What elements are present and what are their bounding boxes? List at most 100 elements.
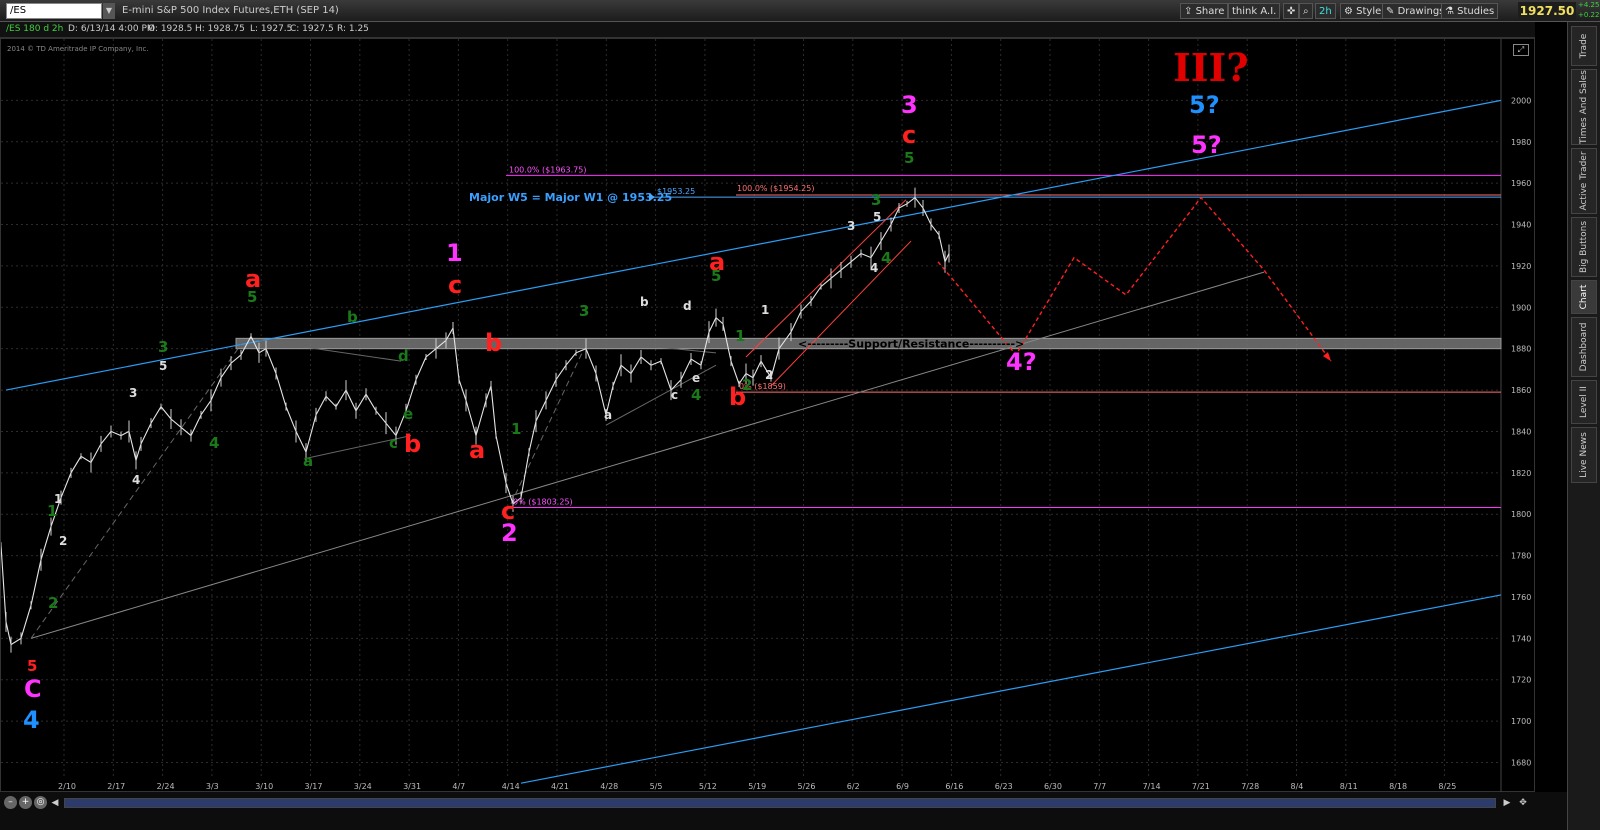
side-tab-dashboard[interactable]: Dashboard xyxy=(1571,317,1597,377)
aggregation-button[interactable]: 2h xyxy=(1315,3,1336,19)
aggregation-label: 2h xyxy=(1319,6,1332,17)
wave-label: 4? xyxy=(1006,348,1037,376)
wave-label: 5? xyxy=(1191,131,1222,159)
scroll-left-icon[interactable]: ◀ xyxy=(48,796,62,810)
wave-label: C xyxy=(24,675,42,703)
wave-label: 1 xyxy=(761,303,769,317)
symbol-input[interactable]: /ES xyxy=(6,3,102,19)
drawings-button[interactable]: ✎ Drawings xyxy=(1382,3,1449,19)
x-tick-label: 5/5 xyxy=(650,782,663,791)
y-tick-label: 1820 xyxy=(1511,469,1531,478)
scrollbar-thumb[interactable] xyxy=(65,799,1495,807)
think-ai-button[interactable]: think A.I. xyxy=(1228,3,1281,19)
side-tab-label: Chart xyxy=(1579,284,1589,310)
wave-label: 4 xyxy=(209,434,219,452)
x-tick-label: 6/9 xyxy=(896,782,909,791)
y-tick-label: 1840 xyxy=(1511,427,1531,436)
wave-label: a xyxy=(604,408,612,422)
x-tick-label: 5/26 xyxy=(798,782,816,791)
x-tick-label: 8/25 xyxy=(1438,782,1456,791)
x-tick-label: 4/21 xyxy=(551,782,569,791)
right-side-tabs: Trade Times And Sales Active Trader Big But… xyxy=(1567,22,1600,830)
time-scrollbar[interactable] xyxy=(64,798,1496,808)
wave-label: 3 xyxy=(158,338,168,356)
w5-price-annotation: $1953.25 xyxy=(657,187,695,196)
y-tick-label: 2000 xyxy=(1511,96,1531,105)
x-tick-label: 3/17 xyxy=(305,782,323,791)
net-change-percent: +0.22% xyxy=(1578,11,1600,19)
wave-label: e xyxy=(692,371,700,385)
wave-label: c xyxy=(671,388,678,402)
side-tab-label: Dashboard xyxy=(1579,322,1589,372)
y-tick-label: 1680 xyxy=(1511,759,1531,768)
side-tab-label: Active Trader xyxy=(1579,151,1589,211)
flask-icon: ⚗ xyxy=(1445,6,1454,17)
lower-channel-line xyxy=(520,594,1502,784)
bar-open: O: 1928.5 xyxy=(148,24,193,34)
wave-label: 3 xyxy=(129,386,137,400)
y-tick-label: 1780 xyxy=(1511,552,1531,561)
net-change: +4.25 xyxy=(1578,1,1600,9)
zoom-out-icon[interactable]: – xyxy=(4,796,17,809)
style-button[interactable]: ⚙ Style xyxy=(1340,3,1386,19)
side-tab-chart[interactable]: Chart xyxy=(1571,280,1597,314)
side-tab-times-and-sales[interactable]: Times And Sales xyxy=(1571,69,1597,145)
wave-label: b xyxy=(485,329,502,357)
side-tab-trade[interactable]: Trade xyxy=(1571,26,1597,66)
chart-symbol-label[interactable]: /ES 180 d 2h xyxy=(6,24,63,34)
wave-label: 2 xyxy=(501,519,518,547)
bar-range: R: 1.25 xyxy=(337,24,369,34)
y-tick-label: 1740 xyxy=(1511,634,1531,643)
chart-toolbar: /ES ▼ E-mini S&P 500 Index Futures,ETH (… xyxy=(0,0,1600,22)
wave-label: b xyxy=(640,295,649,309)
bar-date: D: 6/13/14 4:00 PM xyxy=(68,24,155,34)
side-tab-big-buttons[interactable]: Big Buttons xyxy=(1571,217,1597,277)
fib-top-annotation: 100.0% ($1963.75) xyxy=(509,165,586,174)
side-tab-level-ii[interactable]: Level II xyxy=(1571,380,1597,424)
bar-high: H: 1928.75 xyxy=(195,24,245,34)
wave-label: 5 xyxy=(27,657,37,675)
price-line xyxy=(1,196,950,646)
y-tick-label: 1900 xyxy=(1511,303,1531,312)
wave-label: c xyxy=(389,434,398,452)
x-tick-label: 3/31 xyxy=(403,782,421,791)
studies-button[interactable]: ⚗ Studies xyxy=(1441,3,1499,19)
y-tick-label: 1880 xyxy=(1511,345,1531,354)
y-tick-label: 1920 xyxy=(1511,262,1531,271)
side-tab-label: Live News xyxy=(1579,432,1589,478)
x-tick-label: 4/28 xyxy=(600,782,618,791)
expand-icon[interactable]: ⤢ xyxy=(1513,44,1529,56)
pencil-icon: ✎ xyxy=(1386,6,1395,17)
zoom-in-icon[interactable]: + xyxy=(19,796,32,809)
wave-label: 5 xyxy=(873,210,881,224)
x-tick-label: 4/7 xyxy=(452,782,465,791)
wave-label: 2 xyxy=(765,368,773,382)
x-tick-label: 3/3 xyxy=(206,782,219,791)
chevron-down-icon[interactable]: ▼ xyxy=(103,3,115,19)
x-tick-label: 6/23 xyxy=(995,782,1013,791)
symbol-description: E-mini S&P 500 Index Futures,ETH (SEP 14… xyxy=(122,5,339,16)
wave-label: c xyxy=(902,121,916,149)
wave-label: d xyxy=(398,347,409,365)
drawings-label: Drawings xyxy=(1397,6,1445,17)
studies-label: Studies xyxy=(1457,6,1495,17)
zoom-reset-icon[interactable]: ◎ xyxy=(34,796,47,809)
style-label: Style xyxy=(1356,6,1382,17)
scroll-right-icon[interactable]: ▶ xyxy=(1500,796,1514,810)
crosshair-button[interactable]: ✜ xyxy=(1283,3,1300,19)
pan-icon[interactable]: ✥ xyxy=(1516,796,1530,810)
gray-trendline xyxy=(30,271,1265,639)
side-tab-active-trader[interactable]: Active Trader xyxy=(1571,148,1597,214)
share-button[interactable]: ⇪ Share xyxy=(1180,3,1229,19)
x-tick-label: 8/4 xyxy=(1291,782,1304,791)
y-tick-label: 1940 xyxy=(1511,221,1531,230)
y-tick-label: 1700 xyxy=(1511,717,1531,726)
wave-label: 5 xyxy=(904,149,914,167)
x-tick-label: 6/2 xyxy=(847,782,860,791)
price-chart[interactable]: 2000 1980 1960 1940 1920 1900 1880 1860 1840 1820… xyxy=(0,38,1535,793)
x-tick-label: 7/21 xyxy=(1192,782,1210,791)
zoom-tool-button[interactable]: ⌕ xyxy=(1299,3,1313,19)
wave-label: e xyxy=(403,405,413,423)
x-tick-label: 8/18 xyxy=(1389,782,1407,791)
side-tab-live-news[interactable]: Live News xyxy=(1571,427,1597,483)
